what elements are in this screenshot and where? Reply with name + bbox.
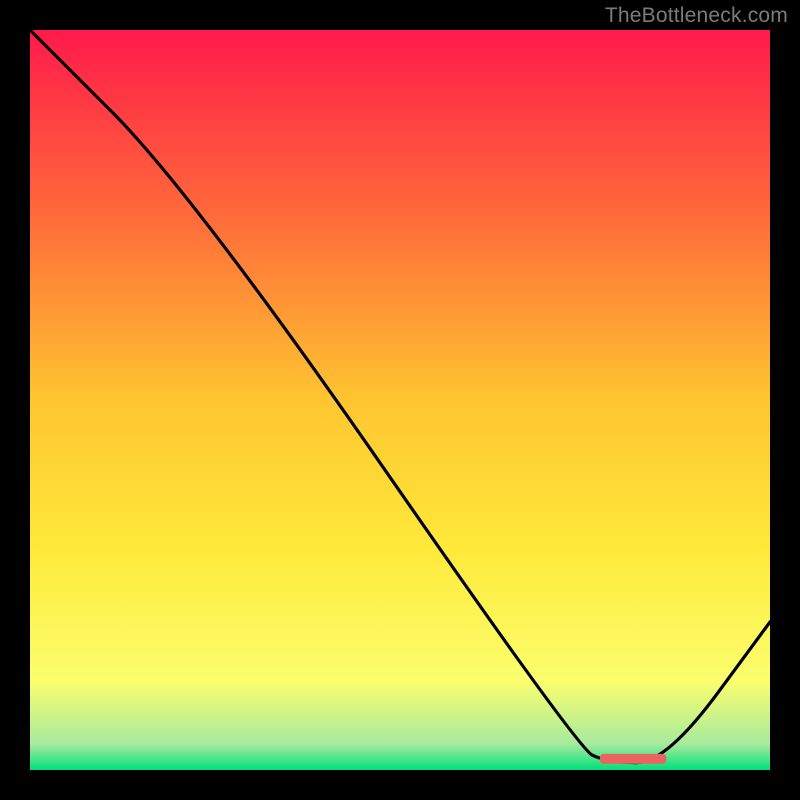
attribution-label: TheBottleneck.com xyxy=(605,4,788,28)
chart-frame: TheBottleneck.com xyxy=(0,0,800,800)
optimal-marker xyxy=(600,754,667,764)
bottleneck-chart xyxy=(30,30,770,770)
